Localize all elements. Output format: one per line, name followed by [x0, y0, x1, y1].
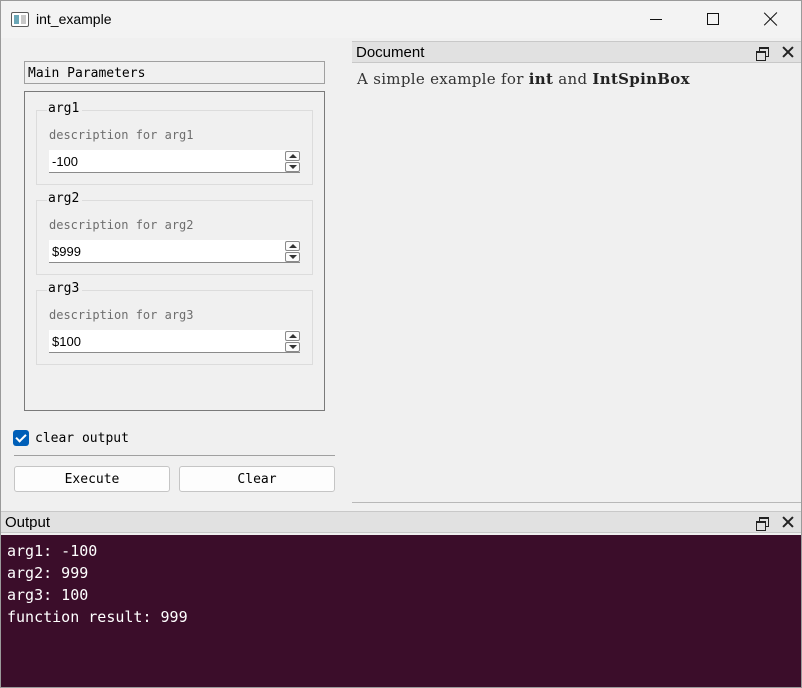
float-dock-icon[interactable] — [756, 47, 769, 61]
minimize-button[interactable] — [626, 1, 684, 38]
close-window-button[interactable] — [742, 1, 800, 38]
main-parameters-header[interactable]: Main Parameters — [24, 61, 325, 84]
execute-button[interactable]: Execute — [14, 466, 170, 492]
float-dock-icon[interactable] — [756, 517, 769, 531]
separator — [14, 455, 335, 456]
document-text-intspinbox: IntSpinBox — [592, 70, 690, 88]
close-icon[interactable] — [782, 516, 794, 528]
arg2-spinbox[interactable]: $999 — [49, 240, 300, 263]
document-dock-titlebar[interactable]: Document — [352, 41, 801, 63]
main-parameters-box: arg1 description for arg1 -100 arg2 desc… — [24, 91, 325, 411]
close-icon — [764, 12, 778, 26]
arg3-group: arg3 description for arg3 $100 — [36, 281, 313, 365]
title-bar[interactable]: int_example — [1, 1, 801, 38]
arg1-group: arg1 description for arg1 -100 — [36, 101, 313, 185]
arg2-description: description for arg2 — [49, 218, 194, 232]
minimize-icon — [650, 19, 662, 20]
arg3-value[interactable]: $100 — [52, 334, 81, 349]
output-console[interactable]: arg1: -100 arg2: 999 arg3: 100 function … — [1, 535, 801, 687]
clear-output-label[interactable]: clear output — [35, 431, 129, 446]
arg1-title: arg1 — [47, 101, 83, 116]
maximize-button[interactable] — [684, 1, 742, 38]
arg3-spin-buttons — [285, 331, 300, 352]
arg3-spinbox[interactable]: $100 — [49, 330, 300, 353]
app-window: int_example Main Parameters arg1 descrip… — [0, 0, 802, 688]
document-text-middle: and — [553, 70, 593, 88]
spin-down-arrow-icon[interactable] — [285, 342, 300, 352]
spin-down-arrow-icon[interactable] — [285, 162, 300, 172]
arg2-title: arg2 — [47, 191, 83, 206]
arg2-value[interactable]: $999 — [52, 244, 81, 259]
app-window-icon — [11, 12, 29, 27]
output-line: arg2: 999 — [7, 564, 89, 582]
spin-up-arrow-icon[interactable] — [285, 241, 300, 251]
arg3-title: arg3 — [47, 281, 83, 296]
arg3-description: description for arg3 — [49, 308, 194, 322]
arg1-spinbox[interactable]: -100 — [49, 150, 300, 173]
document-text-prefix: A simple example for — [357, 70, 529, 88]
clear-button[interactable]: Clear — [179, 466, 335, 492]
document-dock-title: Document — [356, 44, 425, 61]
maximize-icon — [707, 13, 719, 25]
arg1-value[interactable]: -100 — [52, 154, 78, 169]
spin-down-arrow-icon[interactable] — [285, 252, 300, 262]
arg2-spin-buttons — [285, 241, 300, 262]
close-icon[interactable] — [782, 46, 794, 58]
document-text: A simple example for int and IntSpinBox — [357, 70, 690, 88]
output-dock-titlebar[interactable]: Output — [1, 511, 801, 533]
clear-output-checkbox[interactable] — [13, 430, 29, 446]
output-line: arg1: -100 — [7, 542, 98, 560]
arg1-spin-buttons — [285, 151, 300, 172]
document-panel: A simple example for int and IntSpinBox — [352, 63, 801, 503]
arg2-group: arg2 description for arg2 $999 — [36, 191, 313, 275]
document-text-int: int — [528, 70, 554, 88]
output-line: arg3: 100 — [7, 586, 89, 604]
arg1-description: description for arg1 — [49, 128, 194, 142]
spin-up-arrow-icon[interactable] — [285, 331, 300, 341]
output-line: function result: 999 — [7, 608, 188, 626]
spin-up-arrow-icon[interactable] — [285, 151, 300, 161]
window-title: int_example — [36, 11, 112, 27]
output-dock-title: Output — [5, 514, 51, 531]
